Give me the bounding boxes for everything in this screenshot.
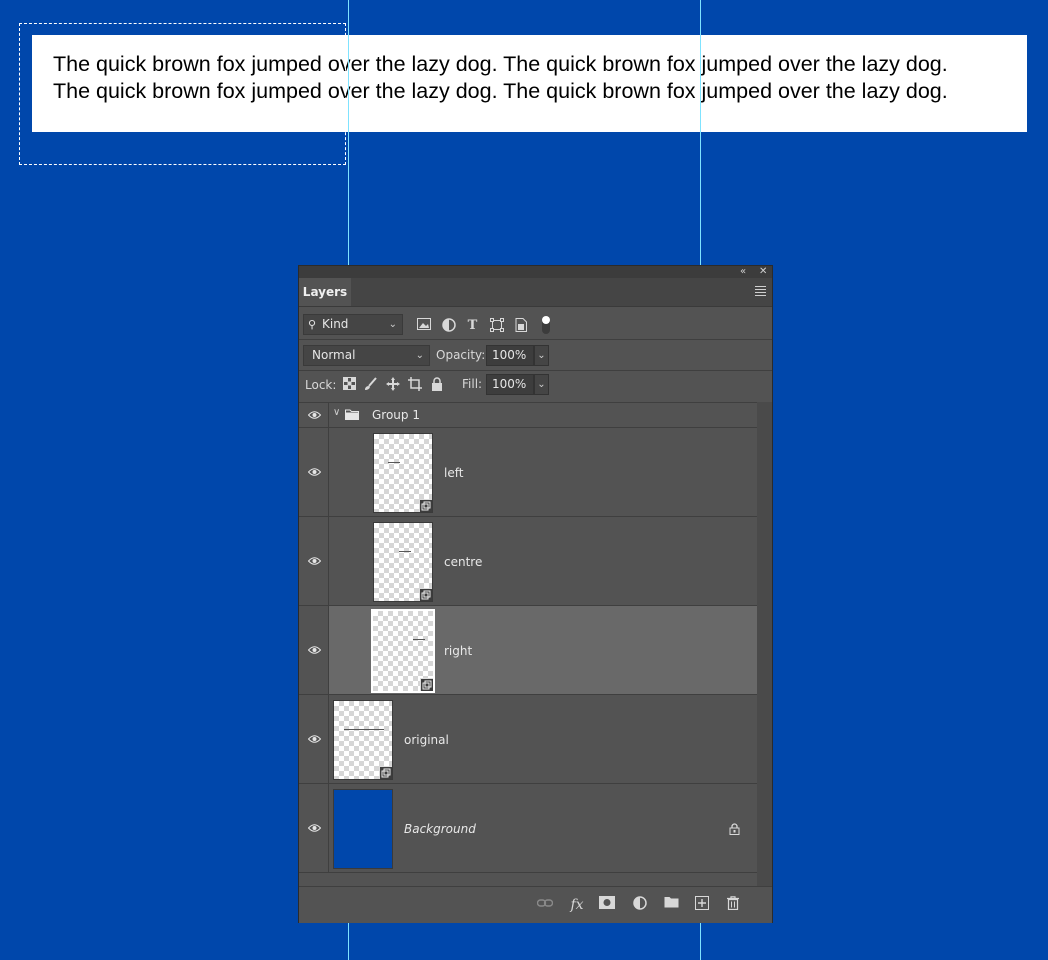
smart-object-badge-icon	[420, 678, 433, 691]
lock-artboard-icon[interactable]	[408, 377, 422, 391]
mask-icon[interactable]	[598, 896, 616, 914]
chevron-down-icon: ⌄	[388, 319, 397, 330]
visibility-toggle[interactable]	[299, 695, 329, 783]
link-icon[interactable]	[536, 896, 554, 914]
folder-icon	[345, 409, 359, 420]
panel-titlebar[interactable]: « ✕	[299, 266, 772, 278]
fill-dropdown-button[interactable]: ⌄	[534, 374, 549, 395]
shape-filter-icon[interactable]	[489, 318, 504, 333]
blend-mode-select[interactable]: Normal ⌄	[303, 345, 430, 366]
selection-marquee[interactable]	[19, 23, 346, 165]
visibility-toggle[interactable]	[299, 606, 329, 694]
opacity-label: Opacity:	[436, 348, 486, 362]
layer-name: left	[444, 466, 464, 480]
eye-icon	[308, 411, 321, 419]
folder-icon[interactable]	[662, 896, 680, 914]
eye-icon	[308, 646, 321, 654]
blend-row: Normal ⌄ Opacity: 100% ⌄	[299, 340, 772, 371]
thumbnail-text-mark	[399, 551, 411, 552]
fill-label: Fill:	[462, 377, 483, 391]
panel-footer: fx	[299, 886, 772, 923]
layer-name: centre	[444, 555, 483, 569]
lock-label: Lock:	[305, 378, 337, 392]
new-layer-icon[interactable]	[693, 896, 711, 914]
filter-toggle-icon[interactable]	[538, 315, 553, 334]
layer-original[interactable]: original	[299, 695, 757, 784]
lock-all-icon[interactable]	[430, 377, 444, 391]
adjustment-filter-icon[interactable]	[441, 318, 456, 333]
visibility-toggle[interactable]	[299, 428, 329, 516]
lock-position-icon[interactable]	[386, 377, 400, 391]
filter-row: ⚲ Kind ⌄ T	[299, 307, 772, 340]
eye-icon	[308, 468, 321, 476]
fx-icon[interactable]: fx	[568, 896, 586, 914]
layers-scrollbar[interactable]	[757, 402, 772, 886]
layer-name: Group 1	[372, 408, 420, 422]
layer-group-1[interactable]: ∨ Group 1	[299, 402, 757, 428]
type-filter-icon[interactable]: T	[465, 318, 480, 333]
close-icon[interactable]: ✕	[759, 266, 767, 278]
layer-name: original	[404, 733, 449, 747]
search-icon: ⚲	[308, 318, 317, 331]
layer-name: right	[444, 644, 473, 658]
thumbnail-text-mark	[413, 639, 425, 640]
filter-kind-select[interactable]: ⚲ Kind ⌄	[303, 314, 403, 335]
trash-icon[interactable]	[724, 896, 742, 914]
lock-icon[interactable]	[729, 823, 740, 835]
fill-input[interactable]: 100%	[486, 374, 534, 395]
lock-image-pixels-icon[interactable]	[364, 377, 378, 391]
adjustment-icon[interactable]	[631, 896, 649, 914]
visibility-toggle[interactable]	[299, 784, 329, 872]
eye-icon	[308, 824, 321, 832]
layer-thumbnail[interactable]	[373, 522, 433, 602]
layer-left[interactable]: left	[299, 428, 757, 517]
chevron-down-icon: ⌄	[415, 350, 424, 361]
visibility-toggle[interactable]	[299, 517, 329, 605]
lock-transparent-pixels-icon[interactable]	[342, 377, 356, 391]
blend-mode-value: Normal	[312, 348, 356, 362]
layer-centre[interactable]: centre	[299, 517, 757, 606]
thumbnail-text-mark	[388, 462, 400, 463]
layer-thumbnail[interactable]	[333, 700, 393, 780]
layer-right[interactable]: right	[299, 606, 757, 695]
panel-tabbar: Layers	[299, 278, 772, 307]
smart-object-badge-icon	[419, 588, 432, 601]
filter-kind-label: Kind	[322, 317, 349, 331]
thumbnail-text-mark	[344, 729, 384, 730]
layer-name: Background	[404, 822, 476, 836]
image-filter-icon[interactable]	[416, 318, 431, 333]
smart-object-badge-icon	[419, 499, 432, 512]
layer-thumbnail[interactable]	[373, 433, 433, 513]
opacity-input[interactable]: 100%	[486, 345, 534, 366]
layers-panel: « ✕ Layers ⚲ Kind ⌄ T Normal ⌄ Opacity: …	[298, 265, 773, 923]
visibility-toggle[interactable]	[299, 402, 329, 427]
tab-layers[interactable]: Layers	[299, 278, 351, 306]
panel-menu-icon[interactable]	[755, 286, 766, 296]
opacity-dropdown-button[interactable]: ⌄	[534, 345, 549, 366]
double-chevron-left-icon[interactable]: «	[740, 266, 746, 278]
layer-background[interactable]: Background	[299, 784, 757, 873]
eye-icon	[308, 735, 321, 743]
smart-object-filter-icon[interactable]	[513, 318, 528, 333]
chevron-down-icon[interactable]: ∨	[333, 407, 340, 418]
layers-list: ∨ Group 1 left centre right original Bac…	[299, 402, 757, 886]
eye-icon	[308, 557, 321, 565]
smart-object-badge-icon	[379, 766, 392, 779]
layer-thumbnail[interactable]	[333, 789, 393, 869]
layer-thumbnail[interactable]	[371, 609, 435, 693]
